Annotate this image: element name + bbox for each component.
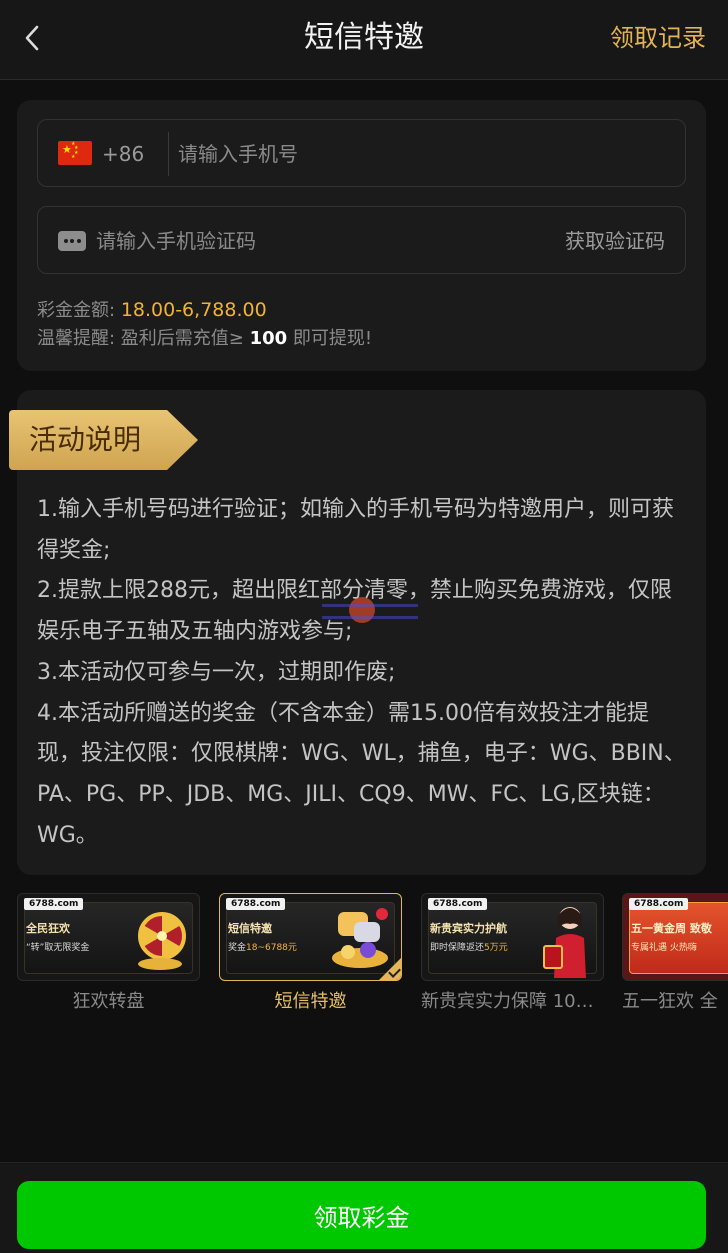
activity-banner-list[interactable]: 6788.com 全民狂欢 “转”取无限奖金 狂欢转盘 6788.com 短信特… xyxy=(0,893,728,1023)
rule-item: 2.提款上限288元，超出限红部分清零，禁止购买免费游戏，仅限娱乐电子五轴及五轴… xyxy=(37,578,672,645)
banner-caption: 短信特邀 xyxy=(274,991,347,1012)
banner-sub: 即时保障返还5万元 xyxy=(430,943,508,953)
tip-suffix: 即可提现! xyxy=(292,328,373,349)
banner-vip-protect[interactable]: 6788.com 新贵宾实力护航 即时保障返还5万元 新贵宾实力保障 10%..… xyxy=(421,893,604,1015)
phone-input[interactable] xyxy=(178,132,668,176)
hostess-illustration-icon xyxy=(543,907,586,978)
site-tag: 6788.com xyxy=(629,898,689,910)
banner-may-day[interactable]: 6788.com 五一黄金周 致敬 专属礼遇 火热嗨 五一狂欢 全 xyxy=(622,893,728,1015)
claim-bonus-button[interactable]: 领取彩金 xyxy=(17,1181,706,1249)
verification-form: ★ ★ ★ ★ ★ +86 获取验证码 彩金金额: 18.00-6,788.00… xyxy=(17,100,706,371)
top-nav-bar: 短信特邀 领取记录 xyxy=(0,0,728,80)
get-code-button[interactable]: 获取验证码 xyxy=(565,227,665,255)
prize-wheel-icon xyxy=(138,912,186,970)
banner-thumbnail[interactable]: 6788.com 短信特邀 奖金18~6788元 xyxy=(219,893,402,981)
site-tag: 6788.com xyxy=(226,898,286,910)
banner-sub: 奖金18~6788元 xyxy=(228,943,297,953)
banner-sub: 专属礼遇 火热嗨 xyxy=(631,943,697,953)
rules-text: 1.输入手机号码进行验证；如输入的手机号码为特邀用户，则可获得奖金; 2.提款上… xyxy=(37,490,687,856)
rule-item: 4.本活动所赠送的奖金（不含本金）需15.00倍有效投注才能提现，投注仅限：仅限… xyxy=(37,700,686,848)
tip-amount: 100 xyxy=(249,328,288,349)
sms-code-input[interactable] xyxy=(96,219,496,263)
banner-title: 短信特邀 xyxy=(228,922,272,935)
site-tag: 6788.com xyxy=(24,898,84,910)
rule-item: 1.输入手机号码进行验证；如输入的手机号码为特邀用户，则可获得奖金; xyxy=(37,497,674,563)
banner-spin-wheel[interactable]: 6788.com 全民狂欢 “转”取无限奖金 狂欢转盘 xyxy=(17,893,200,1015)
rule-item: 3.本活动仅可参与一次，过期即作废; xyxy=(37,659,396,685)
bottom-action-bar: 领取彩金 xyxy=(0,1162,728,1253)
banner-sms-invite[interactable]: 6788.com 短信特邀 奖金18~6788元 短信特邀 xyxy=(219,893,402,1015)
section-title: 活动说明 xyxy=(29,423,142,456)
message-icon xyxy=(58,231,86,251)
banner-title: 新贵宾实力护航 xyxy=(430,922,507,935)
bonus-label: 彩金金额: xyxy=(37,300,116,321)
banner-caption: 五一狂欢 全 xyxy=(622,991,718,1012)
bonus-amount: 18.00-6,788.00 xyxy=(120,299,267,321)
banner-thumbnail[interactable]: 6788.com 五一黄金周 致敬 专属礼遇 火热嗨 xyxy=(622,893,728,981)
selected-check-icon xyxy=(379,958,401,980)
bonus-amount-row: 彩金金额: 18.00-6,788.00 xyxy=(37,297,267,324)
banner-caption: 新贵宾实力保障 10%... xyxy=(421,991,604,1012)
site-tag: 6788.com xyxy=(428,898,488,910)
banner-thumbnail[interactable]: 6788.com 全民狂欢 “转”取无限奖金 xyxy=(17,893,200,981)
banner-title: 五一黄金周 致敬 xyxy=(631,922,712,935)
tip-prefix: 温馨提醒: 盈利后需充值≥ xyxy=(37,328,244,349)
country-code[interactable]: +86 xyxy=(102,140,144,168)
banner-caption: 狂欢转盘 xyxy=(72,991,145,1012)
banner-thumbnail[interactable]: 6788.com 新贵宾实力护航 即时保障返还5万元 xyxy=(421,893,604,981)
section-ribbon: 活动说明 xyxy=(9,410,198,470)
claim-records-link[interactable]: 领取记录 xyxy=(610,20,706,56)
activity-description: 活动说明 1.输入手机号码进行验证；如输入的手机号码为特邀用户，则可获得奖金; … xyxy=(9,390,706,875)
withdraw-tip: 温馨提醒: 盈利后需充值≥ 100 即可提现! xyxy=(37,326,372,352)
sms-code-field[interactable]: 获取验证码 xyxy=(37,206,686,274)
phone-field[interactable]: ★ ★ ★ ★ ★ +86 xyxy=(37,119,686,187)
field-divider xyxy=(168,132,169,176)
banner-sub: “转”取无限奖金 xyxy=(26,943,90,953)
china-flag-icon[interactable]: ★ ★ ★ ★ ★ xyxy=(58,141,92,165)
banner-title: 全民狂欢 xyxy=(26,922,70,935)
